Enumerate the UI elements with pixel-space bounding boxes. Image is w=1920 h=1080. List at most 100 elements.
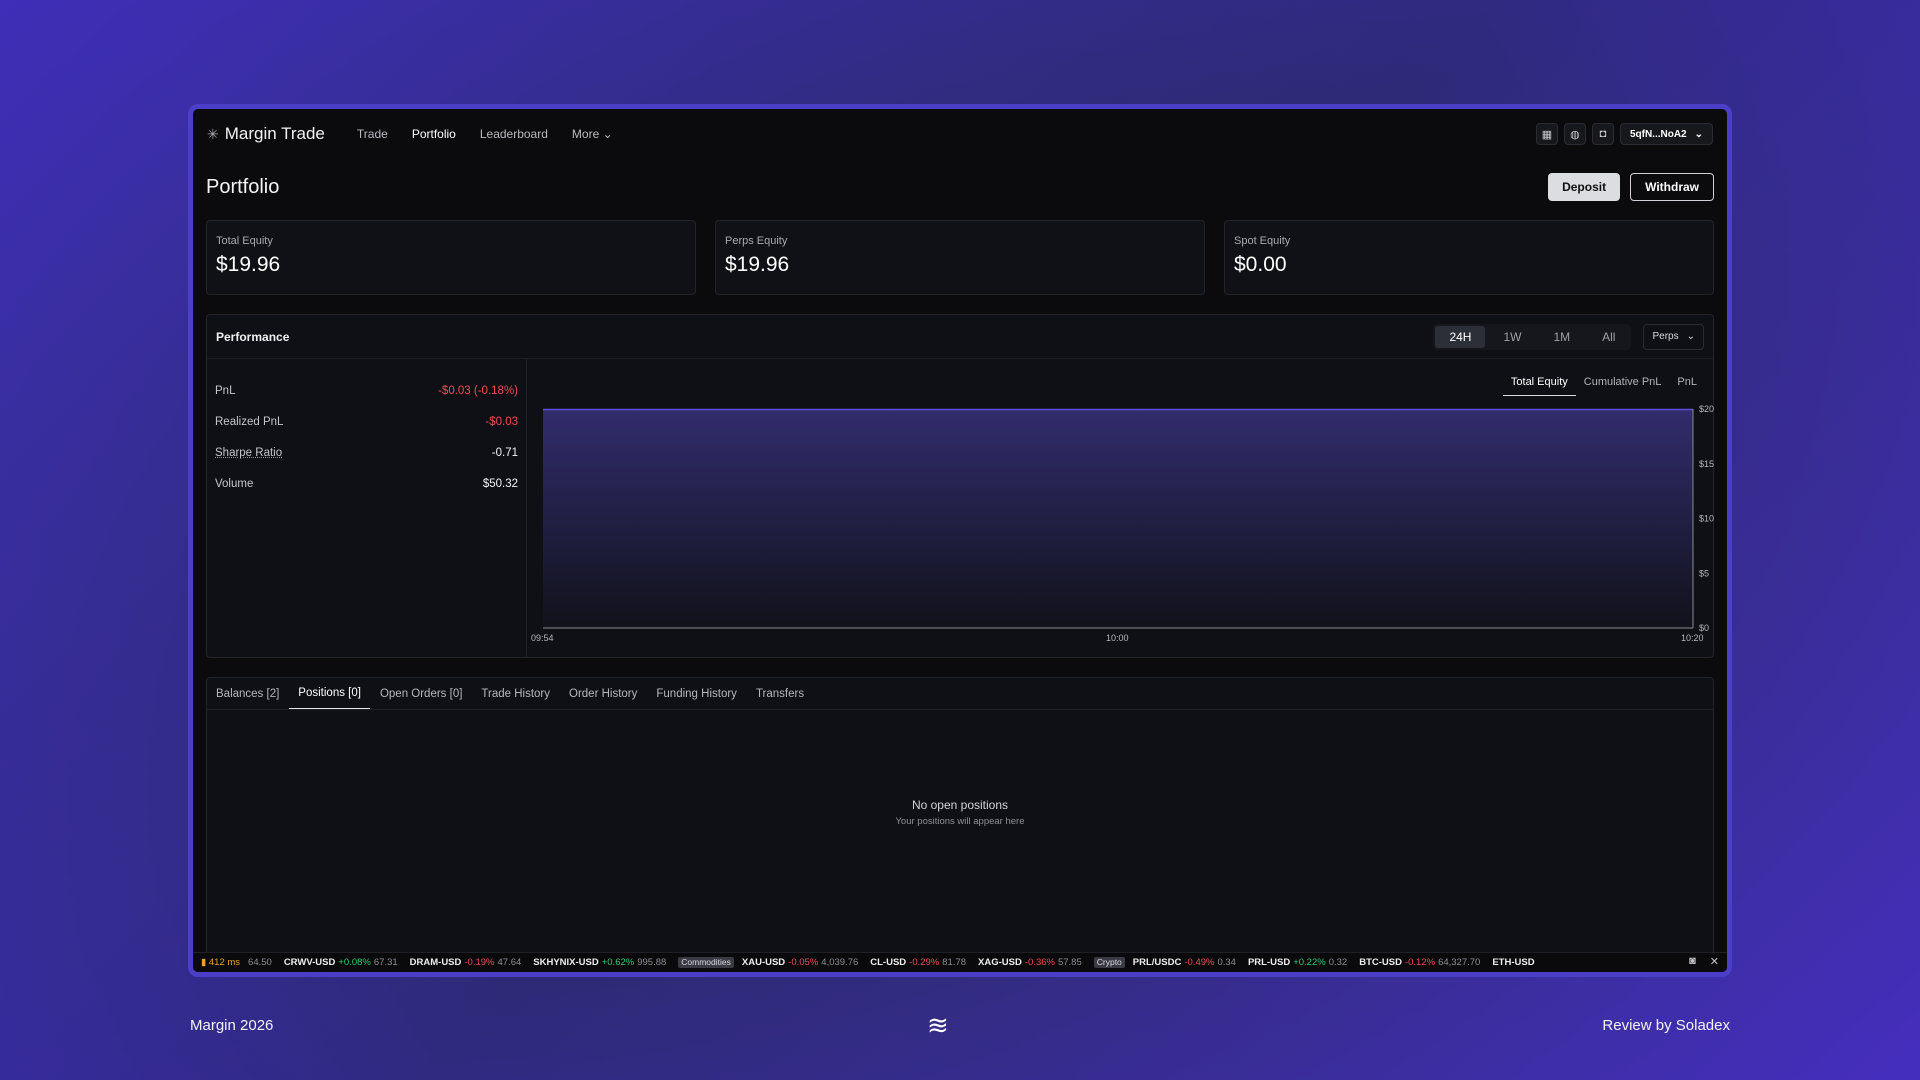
- latency-indicator: ▮ 412 ms: [201, 957, 241, 968]
- ticker-lead-price: 64.50: [248, 957, 272, 968]
- ticker-symbol: PRL/USDC: [1132, 957, 1182, 968]
- y-tick-label: $15: [1699, 459, 1714, 469]
- tab-funding-history[interactable]: Funding History: [647, 678, 746, 709]
- performance-title: Performance: [216, 329, 290, 344]
- nav-more[interactable]: More ⌄: [572, 127, 613, 141]
- ticker-item[interactable]: XAG-USD -0.36% 57.85: [978, 957, 1082, 968]
- nav-portfolio[interactable]: Portfolio: [412, 127, 456, 141]
- ticker-symbol: SKHYNIX-USD: [533, 957, 599, 968]
- ticker-item[interactable]: PRL-USD +0.22% 0.32: [1248, 957, 1347, 968]
- price-ticker: ▮ 412 ms 64.50 CRWV-USD +0.08% 67.31 DRAM-U…: [193, 952, 1727, 972]
- ticker-item[interactable]: CRWV-USD +0.08% 67.31: [284, 957, 398, 968]
- ticker-item[interactable]: XAU-USD -0.05% 4,039.76: [742, 957, 858, 968]
- ticker-item[interactable]: CL-USD -0.29% 81.78: [870, 957, 966, 968]
- x-tick-label: 10:00: [1106, 633, 1129, 643]
- wallet-button[interactable]: 5qfN...NoA2 ⌄: [1619, 123, 1713, 145]
- tab-balances[interactable]: Balances [2]: [207, 678, 288, 709]
- ticker-change: -0.29%: [909, 957, 940, 968]
- empty-state-title: No open positions: [911, 798, 1009, 812]
- tab-positions[interactable]: Positions [0]: [289, 678, 370, 709]
- stat-row-volume: Volume $50.32: [215, 468, 518, 499]
- deposit-button[interactable]: Deposit: [1548, 173, 1621, 201]
- ticker-price: 81.78: [942, 957, 967, 968]
- ticker-change: -0.05%: [788, 957, 819, 968]
- app-name: Margin Trade: [224, 124, 325, 143]
- tab-order-history[interactable]: Order History: [560, 678, 646, 709]
- tab-open-orders[interactable]: Open Orders [0]: [371, 678, 471, 709]
- y-tick-label: $5: [1699, 568, 1709, 578]
- x-icon[interactable]: ✕: [1710, 955, 1719, 968]
- stats-list: PnL -$0.03 (-0.18%) Realized PnL -$0.03 …: [207, 359, 527, 657]
- y-tick-label: $10: [1699, 514, 1714, 524]
- ticker-price: 995.88: [637, 957, 667, 968]
- x-tick-label: 09:54: [531, 633, 554, 643]
- ticker-change: +0.62%: [601, 957, 635, 968]
- y-tick-label: $20: [1699, 404, 1714, 414]
- ticker-symbol: CL-USD: [870, 957, 907, 968]
- ticker-category-tag: Crypto: [1093, 957, 1125, 968]
- withdraw-button[interactable]: Withdraw: [1630, 173, 1714, 201]
- stat-row-realized-pnl: Realized PnL -$0.03: [215, 406, 518, 437]
- y-tick-label: $0: [1699, 623, 1709, 633]
- ticker-item[interactable]: PRL/USDC -0.49% 0.34: [1133, 957, 1236, 968]
- stat-value: -$0.03 (-0.18%): [438, 384, 518, 397]
- stat-label: PnL: [215, 384, 236, 397]
- ticker-item[interactable]: BTC-USD -0.12% 64,327.70: [1359, 957, 1480, 968]
- orders-panel: Balances [2] Positions [0] Open Orders […: [206, 677, 1714, 972]
- nav-trade[interactable]: Trade: [357, 127, 388, 141]
- range-selector: 24H 1W 1M All: [1433, 323, 1632, 350]
- chart-tab-pnl[interactable]: PnL: [1669, 369, 1705, 396]
- ticker-change: -0.12%: [1404, 957, 1436, 968]
- logo-icon: ✳: [207, 125, 219, 142]
- chevron-down-icon: ⌄: [1686, 331, 1695, 342]
- total-equity-card: Total Equity $19.96: [206, 220, 696, 295]
- ticker-symbol: XAU-USD: [741, 957, 786, 968]
- range-1w[interactable]: 1W: [1489, 326, 1535, 348]
- ticker-item[interactable]: DRAM-USD -0.19% 47.64: [410, 957, 522, 968]
- tab-transfers[interactable]: Transfers: [747, 678, 813, 709]
- app-logo[interactable]: ✳ Margin Trade: [207, 124, 325, 144]
- range-1m[interactable]: 1M: [1539, 326, 1584, 348]
- stat-label: Volume: [215, 477, 254, 490]
- chart-tab-cumulative-pnl[interactable]: Cumulative PnL: [1576, 369, 1670, 396]
- stat-label-tooltip[interactable]: Sharpe Ratio: [215, 447, 282, 459]
- calendar-icon[interactable]: ▦: [1535, 123, 1558, 145]
- ticker-price: 0.34: [1217, 957, 1236, 968]
- discord-icon[interactable]: ◙: [1689, 955, 1696, 968]
- range-24h[interactable]: 24H: [1435, 325, 1486, 348]
- card-value: $19.96: [216, 253, 281, 276]
- ticker-change: -0.36%: [1024, 957, 1055, 968]
- stat-row-sharpe: Sharpe Ratio -0.71: [215, 437, 518, 468]
- perps-equity-card: Perps Equity $19.96: [715, 220, 1205, 295]
- stat-value: -0.71: [491, 446, 518, 459]
- market-select[interactable]: Perps ⌄: [1643, 323, 1704, 350]
- ticker-change: -0.19%: [464, 957, 495, 968]
- ticker-change: +0.22%: [1293, 957, 1326, 968]
- page-title: Portfolio: [206, 175, 280, 198]
- card-label: Perps Equity: [725, 235, 788, 247]
- card-value: $19.96: [725, 253, 790, 276]
- empty-state-subtitle: Your positions will appear here: [895, 816, 1025, 827]
- ticker-item[interactable]: ETH-USD: [1492, 957, 1540, 968]
- ticker-change: -0.49%: [1184, 957, 1215, 968]
- ticker-symbol: DRAM-USD: [409, 957, 462, 968]
- chart-tab-total-equity[interactable]: Total Equity: [1502, 369, 1576, 396]
- ticker-symbol: PRL-USD: [1247, 957, 1291, 968]
- range-all[interactable]: All: [1588, 326, 1629, 348]
- performance-panel: Performance 24H 1W 1M All Perps ⌄ PnL -$…: [206, 314, 1714, 658]
- card-label: Spot Equity: [1234, 235, 1291, 247]
- nav-leaderboard[interactable]: Leaderboard: [480, 127, 548, 141]
- notification-icon[interactable]: ◘: [1591, 123, 1614, 145]
- tab-trade-history[interactable]: Trade History: [472, 678, 559, 709]
- ticker-price: 67.31: [373, 957, 398, 968]
- latency-value: 412 ms: [208, 957, 241, 968]
- ticker-price: 64,327.70: [1438, 957, 1481, 968]
- globe-icon[interactable]: ◍: [1563, 123, 1586, 145]
- stat-row-pnl: PnL -$0.03 (-0.18%): [215, 375, 518, 406]
- x-tick-label: 10:20: [1681, 633, 1704, 643]
- ticker-change: +0.08%: [338, 957, 371, 968]
- stat-label: Realized PnL: [215, 415, 284, 428]
- card-value: $0.00: [1234, 253, 1287, 276]
- ticker-item[interactable]: SKHYNIX-USD +0.62% 995.88: [533, 957, 666, 968]
- stat-value: $50.32: [482, 477, 518, 490]
